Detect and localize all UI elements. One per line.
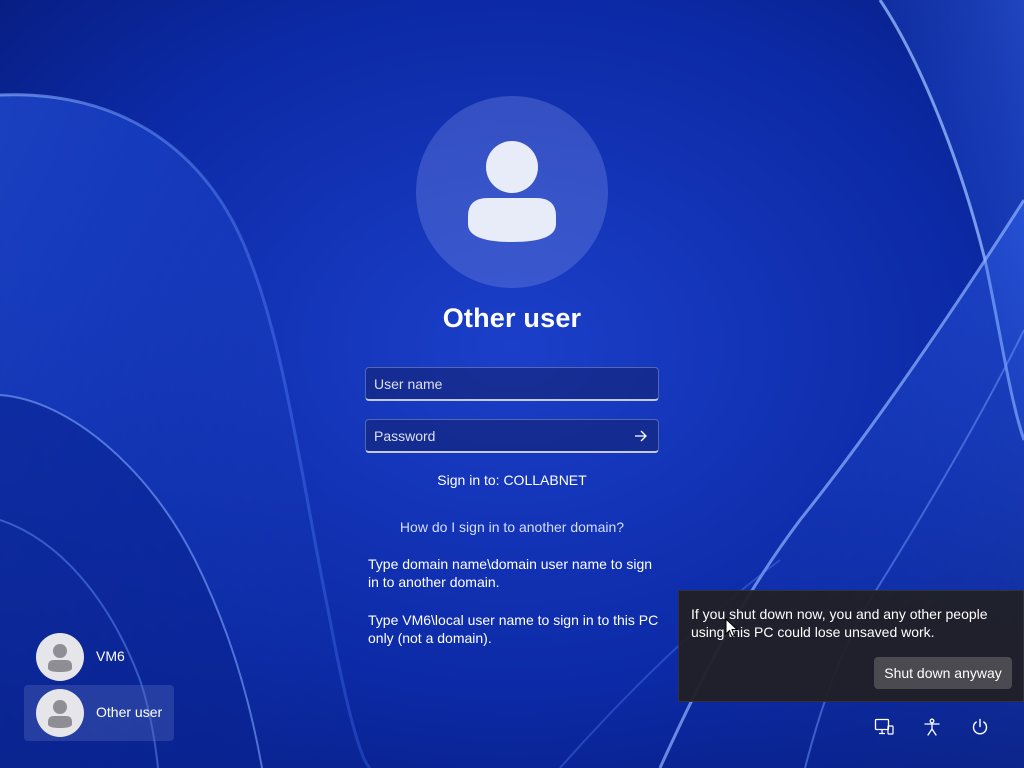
- accessibility-icon[interactable]: [916, 712, 948, 742]
- password-input[interactable]: [366, 420, 622, 451]
- username-input[interactable]: [366, 368, 658, 399]
- avatar: [36, 633, 84, 681]
- user-tile-label: VM6: [96, 648, 125, 664]
- power-icon[interactable]: [964, 712, 996, 742]
- domain-help-text: Type domain name\domain user name to sig…: [368, 556, 653, 590]
- network-icon[interactable]: [868, 712, 900, 742]
- shut-down-anyway-button[interactable]: Shut down anyway: [874, 657, 1012, 689]
- user-tile-other-user[interactable]: Other user: [24, 685, 174, 741]
- sign-in-domain-label: Sign in to: COLLABNET: [437, 472, 587, 488]
- selected-user-name: Other user: [442, 303, 582, 333]
- user-tile-label: Other user: [96, 704, 163, 720]
- local-help-text: Type VM6\local user name to sign in to t…: [368, 612, 659, 646]
- arrow-right-icon: [635, 430, 647, 442]
- other-domain-link[interactable]: How do I sign in to another domain?: [312, 519, 712, 535]
- shutdown-warning-popup: If you shut down now, you and any other …: [678, 590, 1024, 702]
- mouse-cursor-icon: [725, 618, 739, 638]
- submit-arrow-button[interactable]: [630, 426, 652, 446]
- person-icon: [48, 700, 72, 728]
- user-tile-vm6[interactable]: VM6: [24, 629, 174, 685]
- avatar: [36, 689, 84, 737]
- username-field[interactable]: [365, 367, 659, 401]
- person-icon: [48, 644, 72, 672]
- person-icon: [468, 141, 556, 242]
- password-field[interactable]: [365, 419, 659, 453]
- user-avatar-large: [416, 96, 608, 288]
